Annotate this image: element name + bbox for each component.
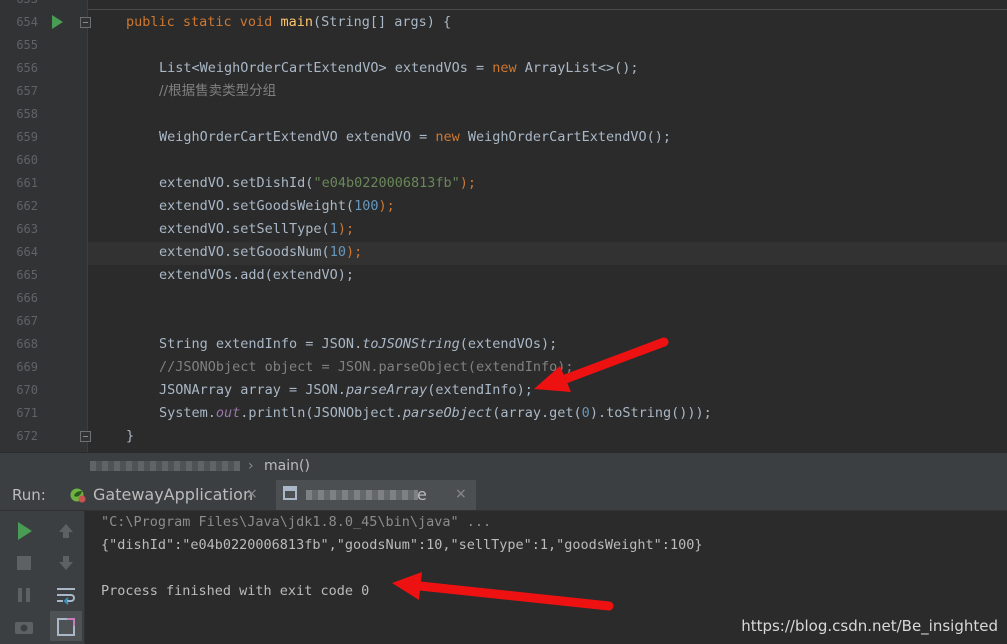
breadcrumb: › main(): [0, 452, 1007, 480]
fold-icon[interactable]: [80, 431, 91, 442]
spring-boot-icon: [70, 488, 86, 503]
fold-icon[interactable]: [80, 17, 91, 28]
code-line-664: extendVO.setGoodsNum(10);: [159, 244, 363, 260]
line-number: 653: [0, 0, 38, 11]
rerun-icon[interactable]: [12, 519, 36, 543]
run-gutter-icon[interactable]: [52, 15, 63, 29]
soft-wrap-icon[interactable]: [54, 583, 78, 607]
tab-label: e: [417, 485, 427, 504]
line-number: 670: [16, 383, 38, 397]
code-line-654: public static void main(String[] args) {: [126, 14, 452, 30]
close-icon[interactable]: ×: [246, 486, 258, 502]
run-toolbar: [0, 511, 85, 644]
line-number: 659: [16, 130, 38, 144]
tab-label: GatewayApplication: [93, 485, 254, 504]
code-editor[interactable]: 653 654 655 656 657 658 659 660 661 662 …: [0, 0, 1007, 452]
pause-icon[interactable]: [12, 583, 36, 607]
line-number: 657: [16, 84, 38, 98]
method-separator: [88, 9, 1007, 10]
line-number: 668: [16, 337, 38, 351]
line-number: 656: [16, 61, 38, 75]
camera-icon[interactable]: [12, 615, 36, 639]
line-number: 663: [16, 222, 38, 236]
line-number: 665: [16, 268, 38, 282]
export-icon: [57, 618, 75, 636]
run-tool-window-header: Run: GatewayApplication × e ×: [0, 480, 1007, 511]
code-line-657: //根据售卖类型分组: [159, 83, 277, 99]
line-number: 654: [16, 15, 38, 29]
line-number: 662: [16, 199, 38, 213]
code-line-656: List<WeighOrderCartExtendVO> extendVOs =…: [159, 60, 639, 76]
line-number: 664: [16, 245, 38, 259]
code-line-669: //JSONObject object = JSON.parseObject(e…: [159, 359, 574, 375]
close-icon[interactable]: ×: [455, 486, 467, 502]
code-line-663: extendVO.setSellType(1);: [159, 221, 355, 237]
line-number: 655: [16, 38, 38, 52]
line-number: 661: [16, 176, 38, 190]
line-number: 666: [16, 291, 38, 305]
tab-name-redacted: [306, 490, 418, 500]
console-exit-message: Process finished with exit code 0: [101, 583, 370, 599]
tab-gateway-application[interactable]: GatewayApplication ×: [66, 480, 262, 510]
watermark: https://blog.csdn.net/Be_insighted: [741, 617, 998, 635]
line-number: 669: [16, 360, 38, 374]
code-line-671: System.out.println(JSONObject.parseObjec…: [159, 405, 712, 421]
scroll-up-icon[interactable]: [54, 519, 78, 543]
line-number: 671: [16, 406, 38, 420]
code-line-668: String extendInfo = JSON.toJSONString(ex…: [159, 336, 558, 352]
console-output-json: {"dishId":"e04b0220006813fb","goodsNum":…: [101, 537, 703, 553]
breadcrumb-separator: ›: [248, 458, 254, 474]
console-icon: [283, 486, 297, 500]
stop-icon[interactable]: [12, 551, 36, 575]
code-line-665: extendVOs.add(extendVO);: [159, 267, 355, 283]
line-number: 672: [16, 429, 38, 443]
run-label: Run:: [12, 486, 46, 504]
breadcrumb-method[interactable]: main(): [264, 458, 310, 474]
tab-run-config-active[interactable]: e ×: [276, 480, 476, 510]
breadcrumb-class-redacted[interactable]: [90, 461, 240, 471]
code-line-672: }: [126, 428, 135, 444]
gutter-separator: [87, 0, 88, 452]
code-line-659: WeighOrderCartExtendVO extendVO = new We…: [159, 129, 672, 145]
scroll-down-icon[interactable]: [54, 551, 78, 575]
code-line-661: extendVO.setDishId("e04b0220006813fb");: [159, 175, 477, 191]
line-number: 660: [16, 153, 38, 167]
line-number: 658: [16, 107, 38, 121]
code-line-670: JSONArray array = JSON.parseArray(extend…: [159, 382, 533, 398]
line-number: 667: [16, 314, 38, 328]
console-command-line: "C:\Program Files\Java\jdk1.8.0_45\bin\j…: [101, 514, 492, 530]
code-line-662: extendVO.setGoodsWeight(100);: [159, 198, 395, 214]
